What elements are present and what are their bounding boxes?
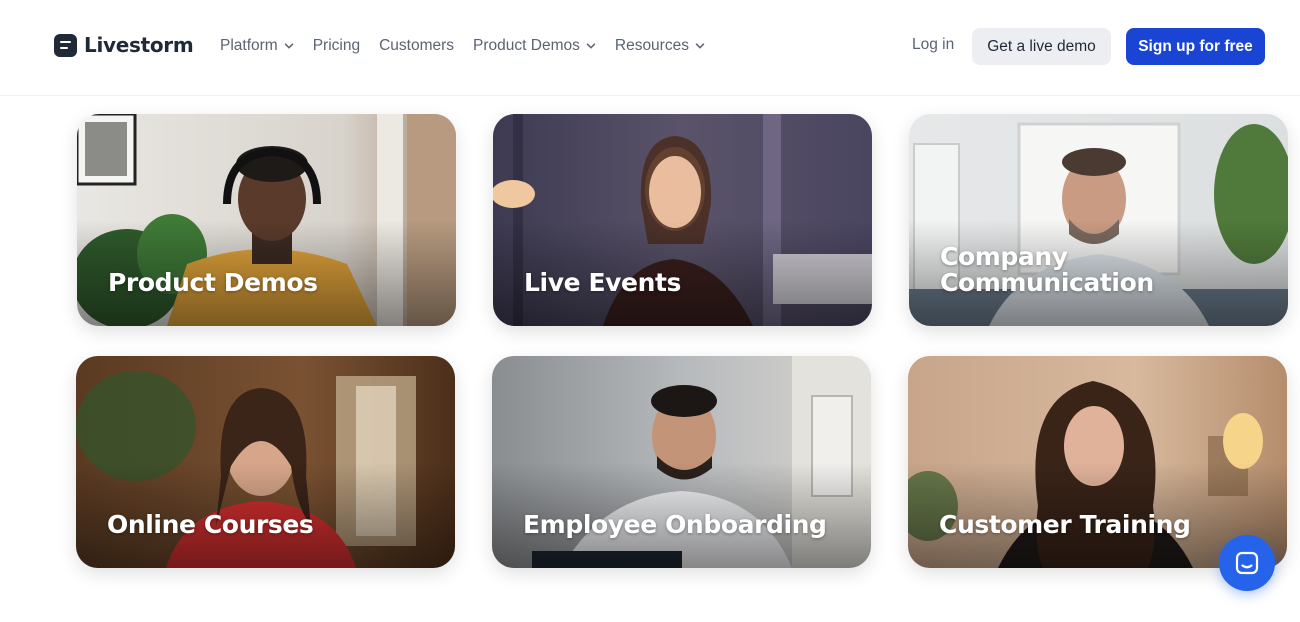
main-nav: Platform Pricing Customers Product Demos… [220, 30, 724, 62]
chat-icon [1235, 551, 1259, 575]
nav-product-demos[interactable]: Product Demos [473, 37, 596, 55]
chevron-down-icon [284, 41, 294, 51]
nav-product-demos-label: Product Demos [473, 37, 580, 54]
chevron-down-icon [695, 41, 705, 51]
use-case-card-product-demos[interactable]: Product Demos [77, 114, 456, 326]
use-case-card-customer-training[interactable]: Customer Training [908, 356, 1287, 568]
nav-resources-label: Resources [614, 37, 689, 54]
card-label: Online Courses [107, 510, 314, 539]
nav-pricing[interactable]: Pricing [313, 37, 360, 55]
brand-name: Livestorm [84, 33, 194, 57]
use-case-card-company-communication[interactable]: Company Communication [909, 114, 1288, 326]
livestorm-logo[interactable]: Livestorm [54, 30, 194, 60]
site-header: Livestorm Platform Pricing Customers Pro… [0, 0, 1300, 96]
nav-pricing-label: Pricing [312, 37, 361, 54]
use-case-card-live-events[interactable]: Live Events [493, 114, 872, 326]
chevron-down-icon [586, 41, 596, 51]
get-live-demo-button[interactable]: Get a live demo [972, 28, 1111, 65]
use-case-card-online-courses[interactable]: Online Courses [76, 356, 455, 568]
login-link[interactable]: Log in [912, 36, 954, 54]
card-label: Product Demos [108, 268, 318, 297]
nav-customers[interactable]: Customers [379, 37, 454, 55]
card-label: Employee Onboarding [523, 510, 827, 539]
nav-resources[interactable]: Resources [615, 37, 705, 55]
card-label: Live Events [524, 268, 682, 297]
nav-customers-label: Customers [379, 37, 455, 54]
use-case-card-employee-onboarding[interactable]: Employee Onboarding [492, 356, 871, 568]
card-label: Company Communication [940, 242, 1154, 297]
card-label: Customer Training [939, 510, 1191, 539]
chat-widget-button[interactable] [1219, 535, 1275, 591]
livestorm-logo-icon [54, 33, 77, 57]
nav-platform-label: Platform [220, 37, 278, 54]
sign-up-button[interactable]: Sign up for free [1126, 28, 1265, 65]
nav-platform[interactable]: Platform [220, 37, 294, 55]
